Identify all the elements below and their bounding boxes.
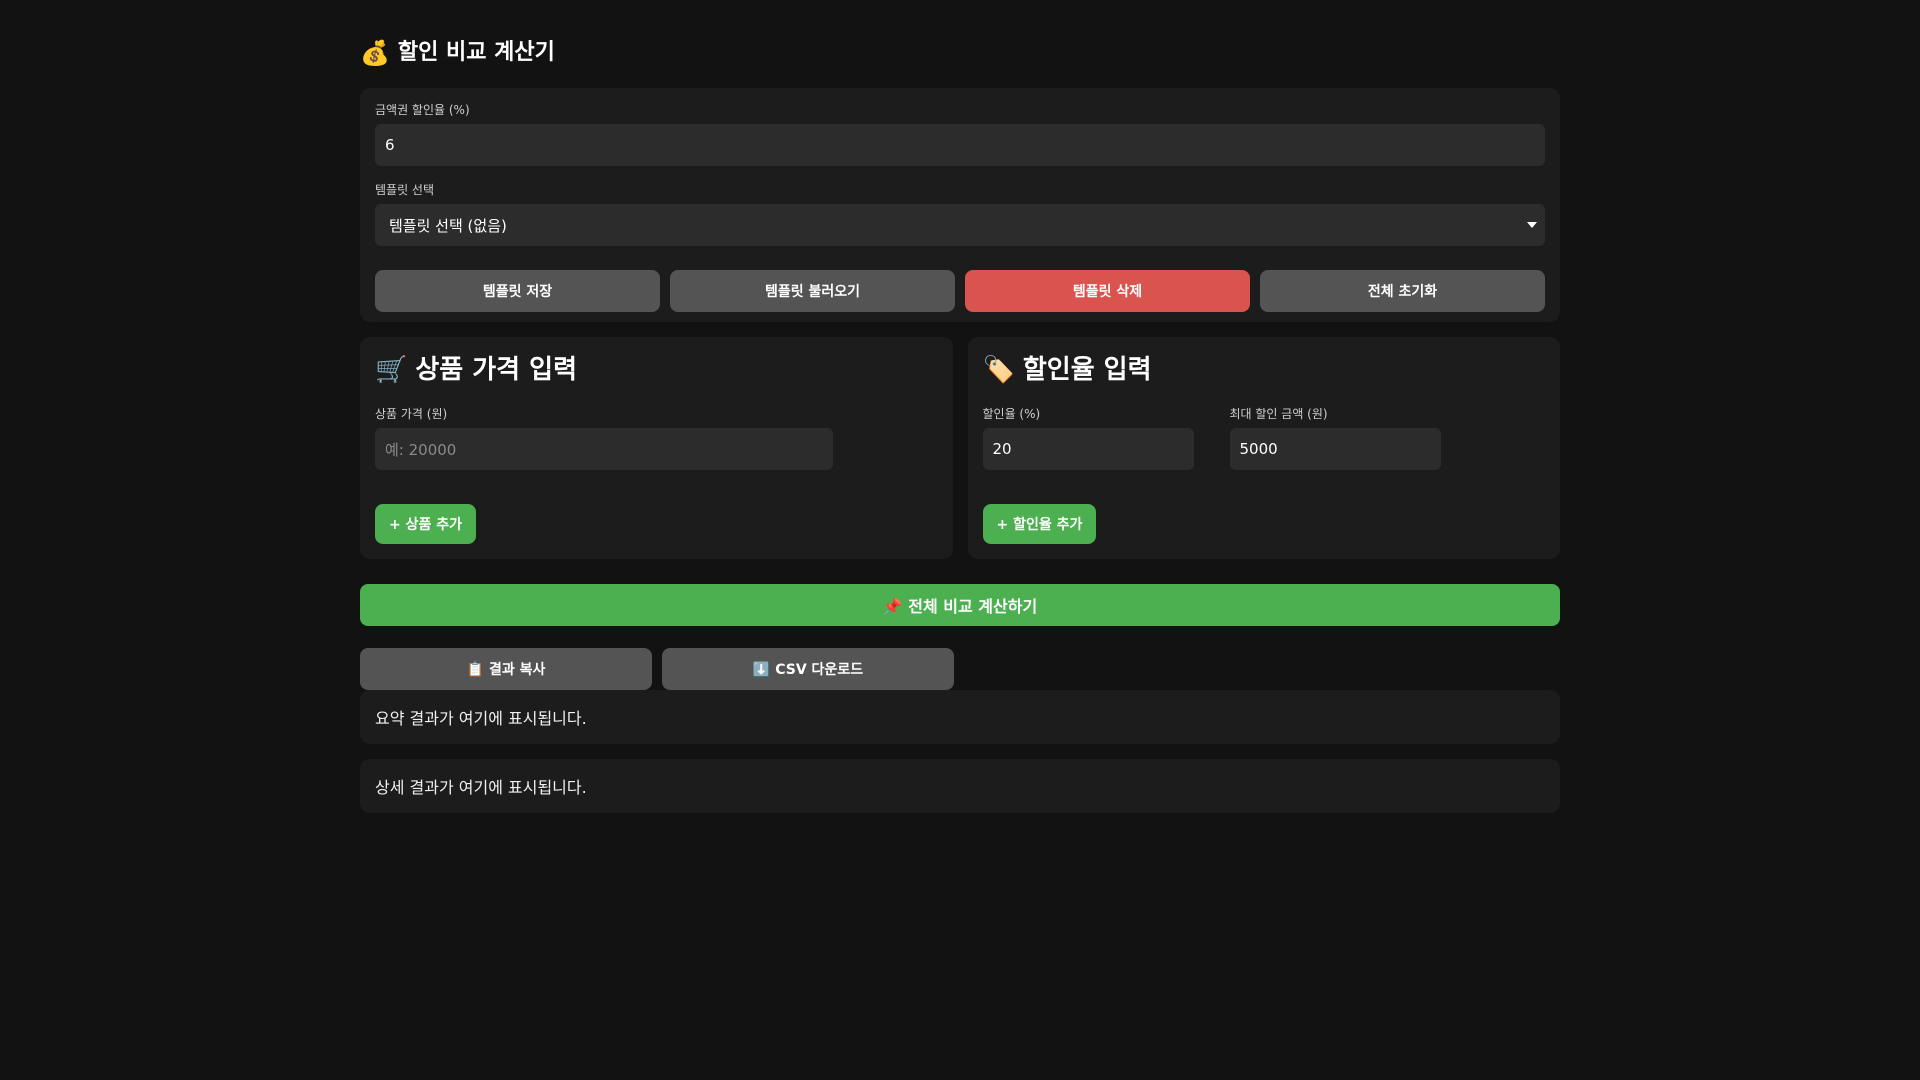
app-container: 💰 할인 비교 계산기 금액권 할인율 (%) 6 템플릿 선택 템플릿 선택 …	[360, 34, 1560, 813]
load-template-button[interactable]: 템플릿 불러오기	[670, 270, 955, 312]
reset-all-button[interactable]: 전체 초기화	[1260, 270, 1545, 312]
summary-result: 요약 결과가 여기에 표시됩니다.	[360, 690, 1560, 744]
product-panel-title: 🛒 상품 가격 입력	[375, 352, 938, 388]
chevron-down-icon	[1527, 222, 1537, 228]
page-title-text: 할인 비교 계산기	[397, 40, 555, 65]
discount-row: 할인율 (%) 20 최대 할인 금액 (원) 5000	[982, 406, 1546, 470]
money-bag-icon: 💰	[360, 39, 390, 67]
template-select[interactable]: 템플릿 선택 (없음)	[375, 204, 1545, 246]
csv-download-button[interactable]: ⬇️ CSV 다운로드	[662, 648, 954, 690]
template-select-label: 템플릿 선택	[375, 183, 435, 197]
result-action-row: 📋 결과 복사 ⬇️ CSV 다운로드	[360, 648, 1560, 690]
discount-panel-title: 🏷️ 할인율 입력	[983, 352, 1546, 388]
copy-result-button[interactable]: 📋 결과 복사	[360, 648, 652, 690]
voucher-rate-label: 금액권 할인율 (%)	[375, 103, 470, 117]
template-button-row: 템플릿 저장 템플릿 불러오기 템플릿 삭제 전체 초기화	[375, 270, 1545, 312]
tag-icon: 🏷️	[982, 355, 1015, 385]
add-discount-button[interactable]: + 할인율 추가	[982, 504, 1097, 544]
discount-rate-input[interactable]: 20	[982, 428, 1194, 470]
input-panels: 🛒 상품 가격 입력 상품 가격 (원) 예: 20000 + 상품 추가 🏷️…	[360, 337, 1560, 559]
max-discount-input[interactable]: 5000	[1229, 428, 1441, 470]
page-title: 💰 할인 비교 계산기	[360, 34, 1560, 72]
product-panel: 🛒 상품 가격 입력 상품 가격 (원) 예: 20000 + 상품 추가	[360, 337, 953, 559]
voucher-rate-input[interactable]: 6	[375, 124, 1545, 166]
add-product-button[interactable]: + 상품 추가	[375, 504, 476, 544]
delete-template-button[interactable]: 템플릿 삭제	[965, 270, 1250, 312]
save-template-button[interactable]: 템플릿 저장	[375, 270, 660, 312]
cart-icon: 🛒	[375, 355, 408, 385]
max-discount-group: 최대 할인 금액 (원) 5000	[1229, 406, 1441, 470]
discount-rate-label: 할인율 (%)	[982, 407, 1041, 421]
product-panel-title-text: 상품 가격 입력	[415, 355, 577, 385]
settings-card: 금액권 할인율 (%) 6 템플릿 선택 템플릿 선택 (없음) 템플릿 저장 …	[360, 88, 1560, 322]
product-price-input[interactable]: 예: 20000	[375, 428, 833, 470]
calculate-all-button[interactable]: 📌 전체 비교 계산하기	[360, 584, 1560, 626]
template-select-value: 템플릿 선택 (없음)	[389, 216, 507, 235]
discount-panel-title-text: 할인율 입력	[1022, 355, 1152, 385]
max-discount-label: 최대 할인 금액 (원)	[1229, 407, 1328, 421]
product-price-label: 상품 가격 (원)	[375, 407, 448, 421]
detail-result: 상세 결과가 여기에 표시됩니다.	[360, 759, 1560, 813]
discount-rate-group: 할인율 (%) 20	[982, 406, 1194, 470]
discount-panel: 🏷️ 할인율 입력 할인율 (%) 20 최대 할인 금액 (원) 5000 +…	[967, 337, 1560, 559]
